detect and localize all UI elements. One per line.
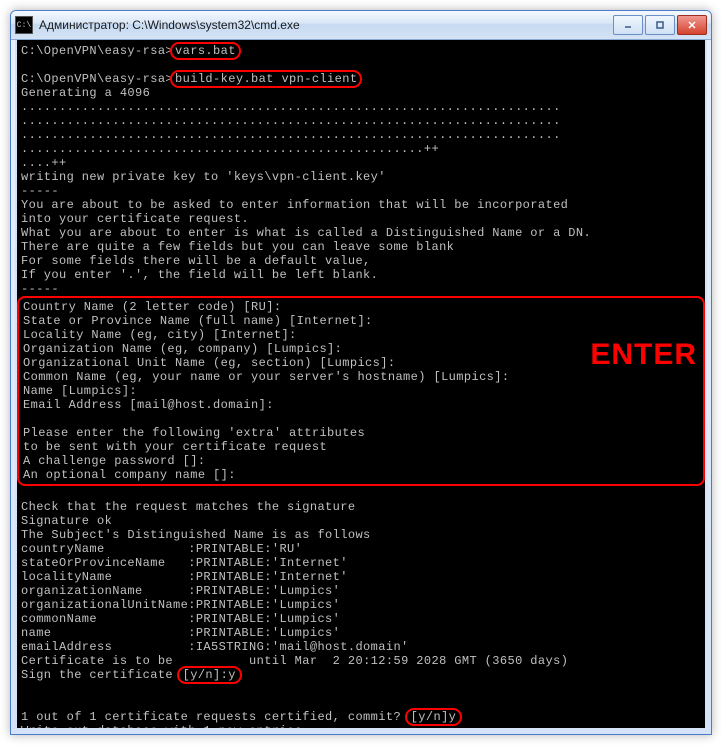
- sign-yn-highlight: [y/n]:y: [177, 666, 242, 684]
- window-controls: [613, 15, 707, 35]
- command-highlight-2: build-key.bat vpn-client: [170, 70, 362, 88]
- command-highlight-1: vars.bat: [170, 42, 241, 60]
- prompt-field: A challenge password []:: [23, 454, 205, 468]
- output-line: You are about to be asked to enter infor…: [21, 198, 568, 212]
- maximize-button[interactable]: [645, 15, 675, 35]
- commit-yn-highlight: [y/n]y: [405, 708, 463, 726]
- output-line: ........................................…: [21, 128, 561, 142]
- output-line: If you enter '.', the field will be left…: [21, 268, 378, 282]
- output-line: stateOrProvinceName :PRINTABLE:'Internet…: [21, 556, 348, 570]
- output-line: to be sent with your certificate request: [23, 440, 327, 454]
- cmd-window: C:\ Администратор: C:\Windows\system32\c…: [10, 10, 712, 735]
- cmd-icon: C:\: [15, 16, 33, 34]
- output-line: countryName :PRINTABLE:'RU': [21, 542, 302, 556]
- output-line: Check that the request matches the signa…: [21, 500, 355, 514]
- prompt: C:\OpenVPN\easy-rsa>: [21, 44, 173, 58]
- prompt-field: Organization Name (eg, company) [Lumpics…: [23, 342, 342, 356]
- output-line: into your certificate request.: [21, 212, 249, 226]
- output-line: ........................................…: [21, 114, 561, 128]
- output-line: Certificate is to be: [21, 654, 181, 668]
- output-line: ........................................…: [21, 100, 561, 114]
- window-title: Администратор: C:\Windows\system32\cmd.e…: [39, 18, 613, 32]
- output-line: What you are about to enter is what is c…: [21, 226, 591, 240]
- output-line: -----: [21, 282, 59, 296]
- prompt-field: State or Province Name (full name) [Inte…: [23, 314, 373, 328]
- console-output[interactable]: C:\OpenVPN\easy-rsa>vars.bat C:\OpenVPN\…: [15, 40, 707, 730]
- close-button[interactable]: [677, 15, 707, 35]
- enter-annotation: ENTER: [590, 348, 697, 362]
- output-line: ....++: [21, 156, 67, 170]
- output-line: organizationalUnitName:PRINTABLE:'Lumpic…: [21, 598, 340, 612]
- output-line: The Subject's Distinguished Name is as f…: [21, 528, 371, 542]
- output-line: Sign the certificate: [21, 668, 181, 682]
- titlebar[interactable]: C:\ Администратор: C:\Windows\system32\c…: [11, 11, 711, 40]
- output-line: emailAddress :IA5STRING:'mail@host.domai…: [21, 640, 409, 654]
- output-line: localityName :PRINTABLE:'Internet': [21, 570, 348, 584]
- prompt: C:\OpenVPN\easy-rsa>: [21, 72, 173, 86]
- output-line: Write out database with 1 new entries: [21, 724, 302, 730]
- output-line: For some fields there will be a default …: [21, 254, 371, 268]
- output-line: Generating a 4096: [21, 86, 158, 100]
- output-line: commonName :PRINTABLE:'Lumpics': [21, 612, 340, 626]
- output-line: name :PRINTABLE:'Lumpics': [21, 626, 340, 640]
- prompt-field: Locality Name (eg, city) [Internet]:: [23, 328, 297, 342]
- prompt-field: Country Name (2 letter code) [RU]:: [23, 300, 281, 314]
- dn-fields-highlight: Country Name (2 letter code) [RU]: State…: [17, 296, 705, 486]
- output-line: Please enter the following 'extra' attri…: [23, 426, 365, 440]
- output-line: until Mar 2 20:12:59 2028 GMT (3650 days…: [249, 654, 568, 668]
- output-line: There are quite a few fields but you can…: [21, 240, 454, 254]
- output-line: organizationName :PRINTABLE:'Lumpics': [21, 584, 340, 598]
- prompt-field: Email Address [mail@host.domain]:: [23, 398, 274, 412]
- output-line: writing new private key to 'keys\vpn-cli…: [21, 170, 386, 184]
- prompt-field: Common Name (eg, your name or your serve…: [23, 370, 509, 384]
- output-line: -----: [21, 184, 59, 198]
- output-line: Signature ok: [21, 514, 112, 528]
- prompt-field: An optional company name []:: [23, 468, 236, 482]
- output-line: 1 out of 1 certificate requests certifie…: [21, 710, 409, 724]
- minimize-button[interactable]: [613, 15, 643, 35]
- output-line: ........................................…: [21, 142, 439, 156]
- prompt-field: Organizational Unit Name (eg, section) […: [23, 356, 395, 370]
- prompt-field: Name [Lumpics]:: [23, 384, 137, 398]
